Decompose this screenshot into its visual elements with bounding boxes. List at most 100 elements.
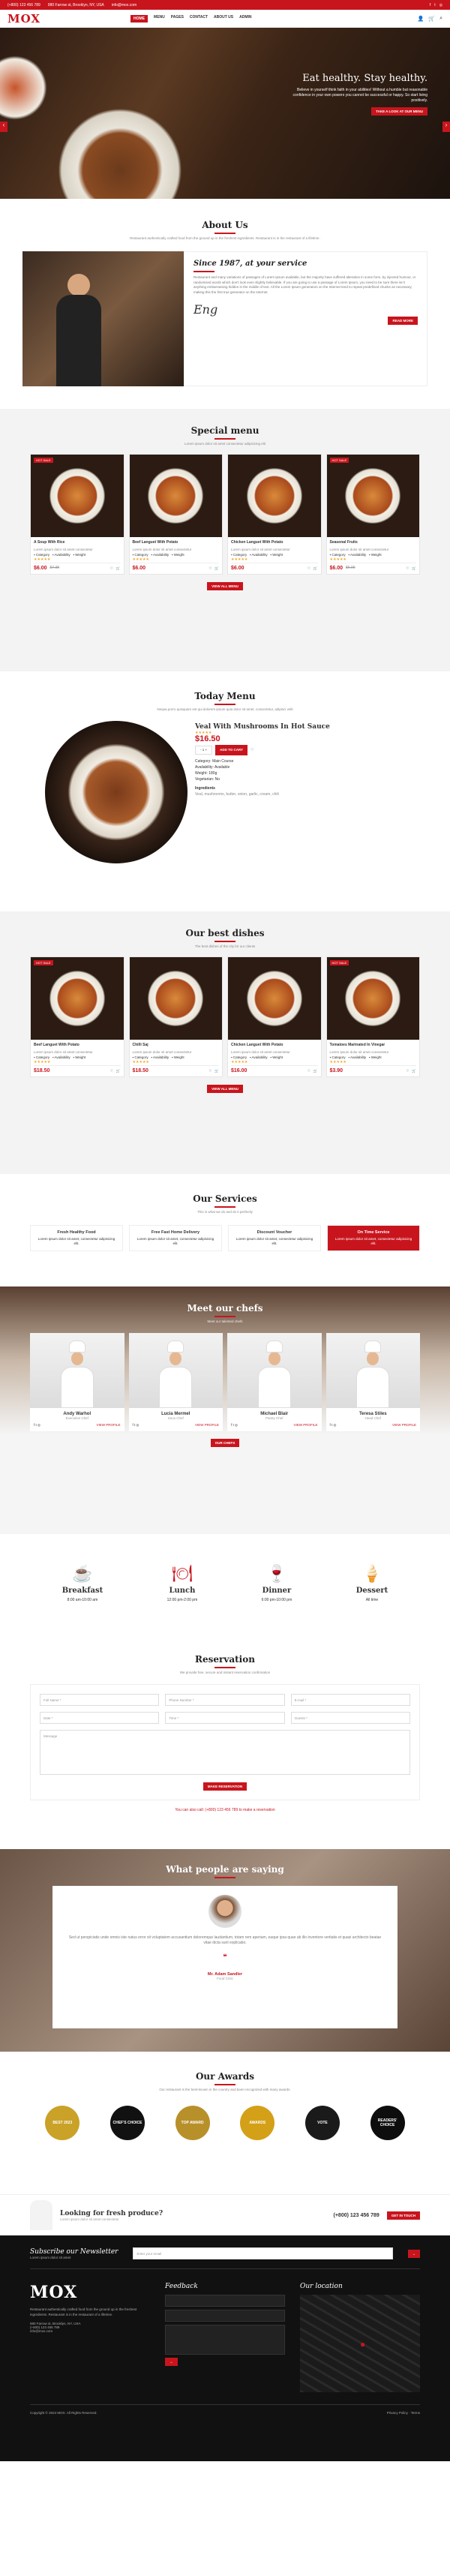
hero-text: Eat healthy. Stay healthy. Believe in yo… — [292, 73, 428, 116]
about-section: About Us Restaurant authentically crafte… — [0, 199, 450, 409]
add-to-cart-button[interactable]: ADD TO CART — [215, 745, 248, 755]
cart-icon[interactable]: 🛒 — [314, 566, 318, 571]
email-field[interactable]: E-mail * — [290, 1694, 410, 1706]
instagram-icon[interactable]: ◎ — [440, 3, 442, 8]
guests-field[interactable]: Guests * — [290, 1712, 410, 1724]
special-view-all-button[interactable]: VIEW ALL MENU — [207, 582, 243, 590]
service-card: Free Fast Home Delivery Lorem ipsum dolor… — [129, 1225, 222, 1251]
search-icon[interactable]: ⌕ — [440, 16, 442, 22]
price: $6.00 — [34, 566, 47, 571]
hero-menu-button[interactable]: TAKE A LOOK AT OUR MENU — [371, 107, 428, 116]
footer-logo: MOX — [30, 2283, 78, 2302]
user-icon[interactable]: 👤 — [418, 16, 424, 22]
about-read-more-button[interactable]: READ MORE — [388, 317, 418, 325]
email-text: info@mox.com — [111, 2, 137, 8]
view-profile-link[interactable]: VIEW PROFILE — [96, 1423, 120, 1428]
cart-icon[interactable]: 🛒 — [214, 1068, 219, 1073]
dish-name[interactable]: Chicken Languet With Potato — [231, 540, 318, 545]
nav-menu[interactable]: MENU — [154, 15, 165, 23]
date-field[interactable]: Date * — [40, 1712, 160, 1724]
wishlist-icon[interactable]: ♡ — [308, 1068, 310, 1073]
social-icons[interactable]: f t ◎ — [330, 1423, 337, 1428]
dish-name[interactable]: Beef Languet With Potato — [34, 1043, 121, 1048]
about-text: Restaurant and many variations of passag… — [194, 275, 416, 294]
newsletter-email-input[interactable]: Enter your email — [133, 2247, 393, 2259]
cta-phone: (+800) 123 456 789 — [333, 2212, 380, 2218]
nav-admin[interactable]: ADMIN — [239, 15, 251, 23]
dish-name[interactable]: Beef Languet With Potato — [133, 540, 220, 545]
cart-icon[interactable]: 🛒 — [412, 566, 416, 571]
feedback-send-button[interactable]: → — [165, 2358, 178, 2366]
view-profile-link[interactable]: VIEW PROFILE — [293, 1423, 317, 1428]
best-view-all-button[interactable]: VIEW ALL MENU — [207, 1085, 243, 1093]
cart-icon[interactable]: 🛒 — [116, 566, 121, 571]
dish-name[interactable]: A Soup With Rice — [34, 540, 121, 545]
price: $6.00 — [329, 566, 344, 571]
rating-stars: ★★★★★ — [329, 1060, 346, 1064]
subscribe-button[interactable]: → — [407, 2249, 420, 2258]
menu-card[interactable]: HOT SALE Tomatoes Marinated In Vinegar L… — [326, 956, 420, 1077]
quantity-stepper[interactable]: - 1 + — [195, 746, 213, 755]
make-reservation-button[interactable]: MAKE RESERVATION — [202, 1782, 248, 1791]
feedback-message-input[interactable] — [165, 2325, 285, 2355]
hot-sale-badge: HOT SALE — [329, 458, 350, 463]
menu-card[interactable]: Chilli Saj Lorem ipsum dolor sit amet co… — [128, 956, 223, 1077]
hero-prev-arrow[interactable]: ‹ — [0, 122, 8, 132]
time-field[interactable]: Time * — [165, 1712, 285, 1724]
about-sub: Restaurant authentically crafted food fr… — [130, 236, 320, 240]
cart-icon[interactable]: 🛒 — [314, 1068, 318, 1073]
cart-icon[interactable]: 🛒 — [116, 1068, 121, 1073]
menu-card[interactable]: HOT SALE Beef Languet With Potato Lorem … — [30, 956, 124, 1077]
dish-name[interactable]: Chicken Languet With Potato — [231, 1043, 318, 1048]
view-profile-link[interactable]: VIEW PROFILE — [195, 1423, 219, 1428]
chef-photo — [326, 1333, 420, 1408]
feedback-email-input[interactable] — [165, 2310, 285, 2322]
nav-pages[interactable]: PAGES — [171, 15, 184, 23]
feedback-name-input[interactable] — [165, 2295, 285, 2307]
main-nav: MOX HOME MENU PAGES CONTACT ABOUT US ADM… — [0, 10, 450, 28]
phone-field[interactable]: Phone Number * — [165, 1694, 285, 1706]
menu-card[interactable]: HOT SALE A Soup With Rice Lorem ipsum do… — [30, 454, 124, 575]
wishlist-icon[interactable]: ♡ — [110, 566, 113, 571]
get-in-touch-button[interactable]: GET IN TOUCH — [386, 2211, 420, 2220]
dish-name[interactable]: Seasonal Fruits — [330, 540, 417, 545]
wishlist-icon[interactable]: ♡ — [208, 566, 212, 571]
logo[interactable]: MOX — [8, 12, 40, 26]
dish-name[interactable]: Chilli Saj — [133, 1043, 220, 1048]
nav-home[interactable]: HOME — [130, 14, 148, 23]
wishlist-icon[interactable]: ♡ — [250, 747, 254, 753]
hero-next-arrow[interactable]: › — [442, 122, 450, 132]
wishlist-icon[interactable]: ♡ — [110, 1068, 113, 1073]
nav-contact[interactable]: CONTACT — [190, 15, 208, 23]
menu-card[interactable]: HOT SALE Seasonal Fruits Lorem ipsum dol… — [326, 454, 420, 575]
award-badge: TOP AWARD — [175, 2106, 210, 2140]
full-name-field[interactable]: Full Name * — [40, 1694, 160, 1706]
our-chefs-button[interactable]: OUR CHEFS — [210, 1439, 240, 1447]
wishlist-icon[interactable]: ♡ — [406, 566, 409, 571]
chef-icon — [30, 2200, 52, 2230]
phone-text: (+800) 123 456 789 — [8, 2, 40, 8]
message-field[interactable]: Message — [40, 1730, 410, 1775]
cart-icon[interactable]: 🛒 — [412, 1068, 416, 1073]
about-title: About Us — [202, 220, 248, 230]
chef-photo — [30, 1333, 124, 1408]
view-profile-link[interactable]: VIEW PROFILE — [392, 1423, 416, 1428]
social-icons[interactable]: f t ◎ — [34, 1423, 40, 1428]
cart-icon[interactable]: 🛒 — [214, 566, 219, 571]
wishlist-icon[interactable]: ♡ — [406, 1068, 409, 1073]
nav-about[interactable]: ABOUT US — [214, 15, 233, 23]
nav-icons: 👤 🛒 ⌕ — [418, 16, 442, 22]
menu-card[interactable]: Chicken Languet With Potato Lorem ipsum … — [227, 454, 322, 575]
meal-time: 🍦 Dessert All time — [356, 1564, 388, 1602]
menu-card[interactable]: Chicken Languet With Potato Lorem ipsum … — [227, 956, 322, 1077]
menu-card[interactable]: Beef Languet With Potato Lorem ipsum dol… — [128, 454, 223, 575]
cart-icon[interactable]: 🛒 — [428, 16, 435, 22]
social-icons[interactable]: f t ◎ — [231, 1423, 238, 1428]
location-map[interactable]: ● — [300, 2295, 420, 2392]
dish-name[interactable]: Tomatoes Marinated In Vinegar — [330, 1043, 417, 1048]
twitter-icon[interactable]: t — [434, 3, 435, 8]
testimonial-section: What people are saying Sed ut perspiciat… — [0, 1849, 450, 2052]
social-icons[interactable]: f t ◎ — [133, 1423, 140, 1428]
wishlist-icon[interactable]: ♡ — [308, 566, 310, 571]
wishlist-icon[interactable]: ♡ — [208, 1068, 212, 1073]
